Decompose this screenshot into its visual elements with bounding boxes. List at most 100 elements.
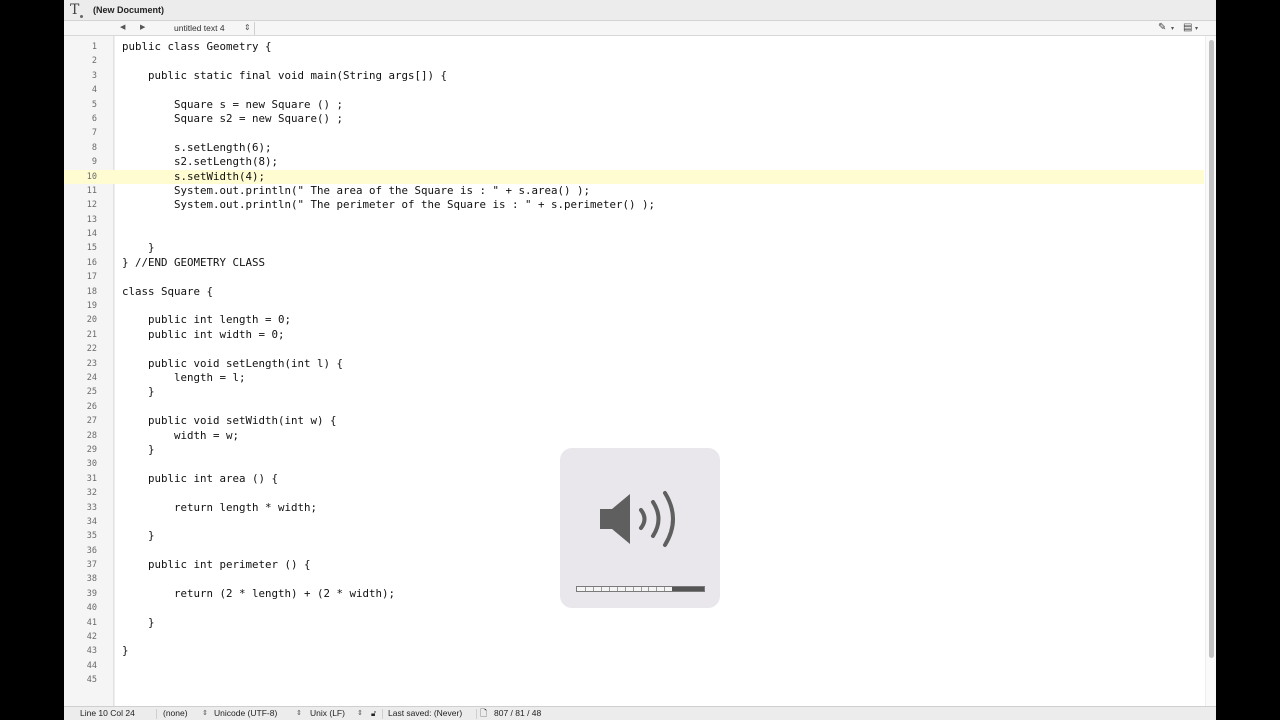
code-line[interactable]: 13 bbox=[64, 213, 1204, 227]
scrollbar-thumb[interactable] bbox=[1209, 40, 1214, 658]
chevron-updown-icon[interactable]: ⇕ bbox=[244, 22, 251, 34]
code-text[interactable]: } bbox=[122, 529, 155, 543]
line-number: 9 bbox=[91, 157, 97, 168]
code-text[interactable]: } bbox=[122, 443, 155, 457]
code-text[interactable]: } bbox=[122, 644, 129, 658]
encoding-menu[interactable]: Unicode (UTF-8) bbox=[214, 707, 277, 720]
code-line[interactable]: 1 public class Geometry { bbox=[64, 40, 1204, 54]
code-line[interactable]: 23 public void setLength(int l) { bbox=[64, 357, 1204, 371]
code-line[interactable]: 2 bbox=[64, 54, 1204, 68]
code-text[interactable]: Square s = new Square () ; bbox=[122, 98, 343, 112]
volume-level-fill bbox=[672, 587, 704, 591]
code-text[interactable]: return (2 * length) + (2 * width); bbox=[122, 587, 395, 601]
code-line[interactable]: 28 width = w; bbox=[64, 429, 1204, 443]
status-divider bbox=[156, 709, 157, 719]
back-arrow-icon[interactable]: ◀ bbox=[120, 23, 125, 33]
document-stats[interactable]: 807 / 81 / 48 bbox=[494, 707, 541, 720]
line-number: 37 bbox=[86, 560, 97, 571]
code-line[interactable]: 26 bbox=[64, 400, 1204, 414]
code-text[interactable]: length = l; bbox=[122, 371, 246, 385]
line-endings-menu[interactable]: Unix (LF) bbox=[310, 707, 345, 720]
document-icon[interactable]: ▤ bbox=[1183, 22, 1192, 34]
chevron-updown-icon[interactable]: ⇕ bbox=[202, 707, 208, 720]
code-text[interactable]: System.out.println(" The area of the Squ… bbox=[122, 184, 590, 198]
code-line[interactable]: 22 bbox=[64, 342, 1204, 356]
code-text[interactable]: s.setLength(6); bbox=[122, 141, 272, 155]
code-text[interactable]: Square s2 = new Square() ; bbox=[122, 112, 343, 126]
vertical-scrollbar[interactable] bbox=[1205, 36, 1216, 706]
code-line[interactable]: 17 bbox=[64, 270, 1204, 284]
line-number: 16 bbox=[86, 257, 97, 268]
line-number: 20 bbox=[86, 315, 97, 326]
code-line[interactable]: 45 bbox=[64, 673, 1204, 687]
code-line[interactable]: 27 public void setWidth(int w) { bbox=[64, 414, 1204, 428]
code-text[interactable]: class Square { bbox=[122, 285, 213, 299]
code-text[interactable]: public void setLength(int l) { bbox=[122, 357, 343, 371]
code-text[interactable]: public int length = 0; bbox=[122, 313, 291, 327]
text-editor-icon[interactable]: T bbox=[70, 3, 84, 18]
cursor-position[interactable]: Line 10 Col 24 bbox=[80, 707, 135, 720]
code-text[interactable]: public int perimeter () { bbox=[122, 558, 311, 572]
code-line[interactable]: 11 System.out.println(" The area of the … bbox=[64, 184, 1204, 198]
code-line[interactable]: 7 bbox=[64, 126, 1204, 140]
code-text[interactable]: s2.setLength(8); bbox=[122, 155, 278, 169]
line-number: 44 bbox=[86, 660, 97, 671]
code-line[interactable]: 4 bbox=[64, 83, 1204, 97]
language-menu[interactable]: (none) bbox=[163, 707, 188, 720]
code-line[interactable]: 19 bbox=[64, 299, 1204, 313]
code-text[interactable]: public class Geometry { bbox=[122, 40, 272, 54]
chevron-down-icon[interactable]: ▾ bbox=[1195, 24, 1198, 34]
code-text[interactable]: s.setWidth(4); bbox=[122, 170, 265, 184]
code-line[interactable]: 42 bbox=[64, 630, 1204, 644]
forward-arrow-icon[interactable]: ▶ bbox=[140, 23, 145, 33]
code-line[interactable]: 6 Square s2 = new Square() ; bbox=[64, 112, 1204, 126]
line-number: 39 bbox=[86, 588, 97, 599]
line-number: 26 bbox=[86, 401, 97, 412]
code-text[interactable]: width = w; bbox=[122, 429, 239, 443]
chevron-updown-icon[interactable]: ⇕ bbox=[357, 707, 363, 720]
navbar-divider bbox=[254, 22, 255, 35]
code-text[interactable]: public static final void main(String arg… bbox=[122, 69, 447, 83]
line-number: 14 bbox=[86, 229, 97, 240]
code-line[interactable]: 21 public int width = 0; bbox=[64, 328, 1204, 342]
code-text[interactable]: public int width = 0; bbox=[122, 328, 285, 342]
document-menu[interactable]: untitled text 4 bbox=[174, 23, 225, 34]
code-text[interactable]: } bbox=[122, 616, 155, 630]
code-line[interactable]: 25 } bbox=[64, 385, 1204, 399]
code-line[interactable]: 5 Square s = new Square () ; bbox=[64, 98, 1204, 112]
code-line[interactable]: 15 } bbox=[64, 241, 1204, 255]
code-line[interactable]: 41 } bbox=[64, 616, 1204, 630]
code-line[interactable]: 18 class Square { bbox=[64, 285, 1204, 299]
code-line[interactable]: 43} bbox=[64, 644, 1204, 658]
line-number: 40 bbox=[86, 603, 97, 614]
code-line[interactable]: 44 bbox=[64, 659, 1204, 673]
line-number: 8 bbox=[91, 142, 97, 153]
line-number: 24 bbox=[86, 372, 97, 383]
code-line[interactable]: 16 } //END GEOMETRY CLASS bbox=[64, 256, 1204, 270]
title-bar[interactable]: T (New Document) bbox=[64, 0, 1216, 21]
code-line[interactable]: 3 public static final void main(String a… bbox=[64, 69, 1204, 83]
code-line[interactable]: 8 s.setLength(6); bbox=[64, 141, 1204, 155]
lock-icon[interactable]: 🔓︎ bbox=[371, 707, 376, 720]
code-text[interactable]: } bbox=[122, 241, 155, 255]
chevron-down-icon[interactable]: ▾ bbox=[1171, 24, 1174, 34]
chevron-updown-icon[interactable]: ⇕ bbox=[296, 707, 302, 720]
code-text[interactable]: public void setWidth(int w) { bbox=[122, 414, 337, 428]
code-text[interactable]: System.out.println(" The perimeter of th… bbox=[122, 198, 655, 212]
volume-segment-tick bbox=[648, 587, 650, 591]
status-divider bbox=[476, 709, 477, 719]
code-text[interactable]: public int area () { bbox=[122, 472, 278, 486]
code-text[interactable]: return length * width; bbox=[122, 501, 317, 515]
code-line[interactable]: 12 System.out.println(" The perimeter of… bbox=[64, 198, 1204, 212]
pencil-icon[interactable]: ✎ bbox=[1158, 22, 1166, 34]
code-line[interactable]: 10 s.setWidth(4); bbox=[64, 169, 1204, 184]
line-number: 36 bbox=[86, 545, 97, 556]
code-line[interactable]: 24 length = l; bbox=[64, 371, 1204, 385]
line-number: 18 bbox=[86, 286, 97, 297]
code-text[interactable]: } bbox=[122, 385, 155, 399]
file-icon[interactable]: 🗋︎ bbox=[480, 707, 487, 720]
code-line[interactable]: 14 bbox=[64, 227, 1204, 241]
code-line[interactable]: 9 s2.setLength(8); bbox=[64, 155, 1204, 169]
code-line[interactable]: 20 public int length = 0; bbox=[64, 313, 1204, 327]
code-text[interactable]: } //END GEOMETRY CLASS bbox=[122, 256, 265, 270]
